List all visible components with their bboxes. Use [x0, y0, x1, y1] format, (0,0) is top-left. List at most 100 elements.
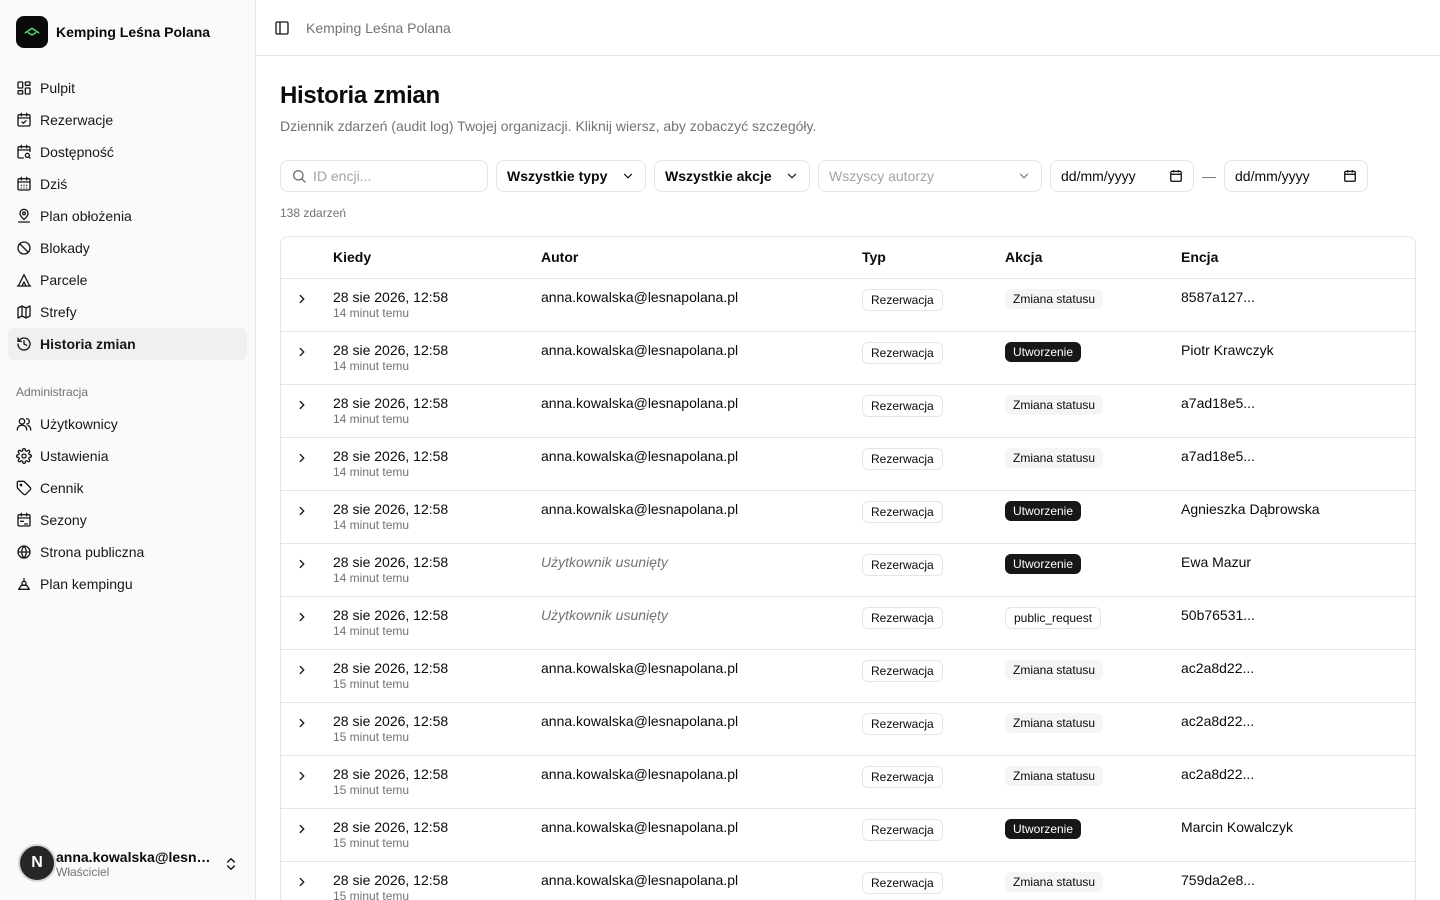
chevron-right-icon[interactable] [295, 875, 333, 889]
sidebar-item-label: Strefy [40, 304, 77, 320]
action-badge: Zmiana statusu [1005, 447, 1104, 468]
type-cell: Rezerwacja [862, 278, 1005, 332]
column-header-entity[interactable]: Encja [1181, 237, 1415, 279]
timestamp: 28 sie 2026, 12:58 [333, 712, 449, 729]
relative-time: 14 minut temu [333, 358, 410, 373]
chevron-right-icon[interactable] [295, 345, 333, 359]
type-cell: Rezerwacja [862, 490, 1005, 544]
date-to-input[interactable]: dd/mm/yyyy [1224, 160, 1368, 192]
table-row[interactable]: 28 sie 2026, 12:58 15 minut temu anna.kowa… [281, 808, 1415, 862]
chevron-right-icon[interactable] [295, 822, 333, 836]
entity: 8587a127... [1181, 288, 1255, 305]
sidebar-item-historia-zmian[interactable]: Historia zmian [8, 328, 247, 360]
when-cell: 28 sie 2026, 12:58 14 minut temu [333, 437, 541, 491]
table-row[interactable]: 28 sie 2026, 12:58 15 minut temu anna.kowa… [281, 755, 1415, 809]
sidebar-item-parcele[interactable]: Parcele [8, 264, 247, 296]
sidebar-item-blokady[interactable]: Blokady [8, 232, 247, 264]
map-pin-icon [16, 208, 32, 224]
action-cell: Zmiana statusu [1005, 437, 1181, 491]
brand[interactable]: Kemping Leśna Polana [0, 0, 255, 64]
sidebar-item-użytkownicy[interactable]: Użytkownicy [8, 408, 247, 440]
chevron-right-icon[interactable] [295, 557, 333, 571]
chevron-right-icon[interactable] [295, 504, 333, 518]
sidebar-item-pulpit[interactable]: Pulpit [8, 72, 247, 104]
chevron-right-icon[interactable] [295, 398, 333, 412]
type-cell: Rezerwacja [862, 437, 1005, 491]
sidebar-item-dziś[interactable]: Dziś [8, 168, 247, 200]
when-cell: 28 sie 2026, 12:58 14 minut temu [333, 384, 541, 438]
author: anna.kowalska@lesnapolana.pl [541, 871, 739, 888]
sidebar-item-dostępność[interactable]: Dostępność [8, 136, 247, 168]
timestamp: 28 sie 2026, 12:58 [333, 553, 449, 570]
table-row[interactable]: 28 sie 2026, 12:58 14 minut temu anna.kowa… [281, 278, 1415, 332]
entity-id-input[interactable] [313, 168, 473, 184]
column-header-when[interactable]: Kiedy [333, 237, 541, 279]
column-header-action[interactable]: Akcja [1005, 237, 1181, 279]
expand-cell [281, 649, 333, 703]
chevron-right-icon[interactable] [295, 292, 333, 306]
table-row[interactable]: 28 sie 2026, 12:58 15 minut temu anna.kowa… [281, 702, 1415, 756]
type-cell: Rezerwacja [862, 808, 1005, 862]
content: Historia zmian Dziennik zdarzeń (audit l… [256, 56, 1440, 900]
timestamp: 28 sie 2026, 12:58 [333, 818, 449, 835]
table-row[interactable]: 28 sie 2026, 12:58 14 minut temu anna.kowa… [281, 384, 1415, 438]
table-row[interactable]: 28 sie 2026, 12:58 14 minut temu Użytkowni… [281, 596, 1415, 650]
sidebar-toggle-icon[interactable] [274, 20, 290, 36]
calendar-icon [1343, 169, 1357, 183]
when-cell: 28 sie 2026, 12:58 15 minut temu [333, 808, 541, 862]
relative-time: 14 minut temu [333, 305, 410, 320]
camping-tent-icon [16, 16, 48, 48]
sidebar-item-rezerwacje[interactable]: Rezerwacje [8, 104, 247, 136]
relative-time: 14 minut temu [333, 570, 410, 585]
user-menu[interactable]: N anna.kowalska@lesnapolana.pl Właścicie… [8, 840, 247, 888]
expand-cell [281, 755, 333, 809]
sidebar-item-label: Blokady [40, 240, 90, 256]
action-badge: Zmiana statusu [1005, 659, 1104, 680]
relative-time: 14 minut temu [333, 411, 410, 426]
action-cell: Zmiana statusu [1005, 702, 1181, 756]
table-row[interactable]: 28 sie 2026, 12:58 14 minut temu anna.kowa… [281, 331, 1415, 385]
type-cell: Rezerwacja [862, 331, 1005, 385]
type-filter-select[interactable]: Wszystkie typy [496, 160, 646, 192]
sidebar-item-strefy[interactable]: Strefy [8, 296, 247, 328]
expand-cell [281, 490, 333, 544]
chevron-right-icon[interactable] [295, 663, 333, 677]
type-badge: Rezerwacja [862, 500, 943, 523]
sidebar-item-plan-kempingu[interactable]: Plan kempingu [8, 568, 247, 600]
sidebar-item-label: Dziś [40, 176, 68, 192]
table-row[interactable]: 28 sie 2026, 12:58 14 minut temu anna.kowa… [281, 490, 1415, 544]
chevron-right-icon[interactable] [295, 716, 333, 730]
action-cell: Zmiana statusu [1005, 278, 1181, 332]
date-from-input[interactable]: dd/mm/yyyy [1050, 160, 1194, 192]
timestamp: 28 sie 2026, 12:58 [333, 765, 449, 782]
entity: ac2a8d22... [1181, 765, 1255, 782]
timestamp: 28 sie 2026, 12:58 [333, 394, 449, 411]
table-row[interactable]: 28 sie 2026, 12:58 14 minut temu anna.kowa… [281, 437, 1415, 491]
column-header-type[interactable]: Typ [862, 237, 1005, 279]
sidebar-item-plan-obłożenia[interactable]: Plan obłożenia [8, 200, 247, 232]
type-badge: Rezerwacja [862, 659, 943, 682]
chevron-right-icon[interactable] [295, 769, 333, 783]
user-email: anna.kowalska@lesnapolana.pl [56, 849, 216, 865]
relative-time: 15 minut temu [333, 835, 410, 850]
timestamp: 28 sie 2026, 12:58 [333, 500, 449, 517]
sidebar-item-sezony[interactable]: Sezony [8, 504, 247, 536]
sidebar-item-strona-publiczna[interactable]: Strona publiczna [8, 536, 247, 568]
table-row[interactable]: 28 sie 2026, 12:58 14 minut temu Użytkowni… [281, 543, 1415, 597]
type-cell: Rezerwacja [862, 596, 1005, 650]
sidebar-item-ustawienia[interactable]: Ustawienia [8, 440, 247, 472]
chevron-right-icon[interactable] [295, 610, 333, 624]
author-filter-select[interactable]: Wszyscy autorzy [818, 160, 1042, 192]
table-row[interactable]: 28 sie 2026, 12:58 15 minut temu anna.kowa… [281, 861, 1415, 900]
chevron-right-icon[interactable] [295, 451, 333, 465]
type-badge: Rezerwacja [862, 871, 943, 894]
action-cell: Utworzenie [1005, 490, 1181, 544]
column-header-author[interactable]: Autor [541, 237, 862, 279]
sidebar-item-cennik[interactable]: Cennik [8, 472, 247, 504]
sidebar-item-label: Ustawienia [40, 448, 109, 464]
table-row[interactable]: 28 sie 2026, 12:58 15 minut temu anna.kowa… [281, 649, 1415, 703]
action-filter-select[interactable]: Wszystkie akcje [654, 160, 810, 192]
users-icon [16, 416, 32, 432]
expand-column-header [281, 237, 333, 279]
sidebar-item-label: Cennik [40, 480, 84, 496]
